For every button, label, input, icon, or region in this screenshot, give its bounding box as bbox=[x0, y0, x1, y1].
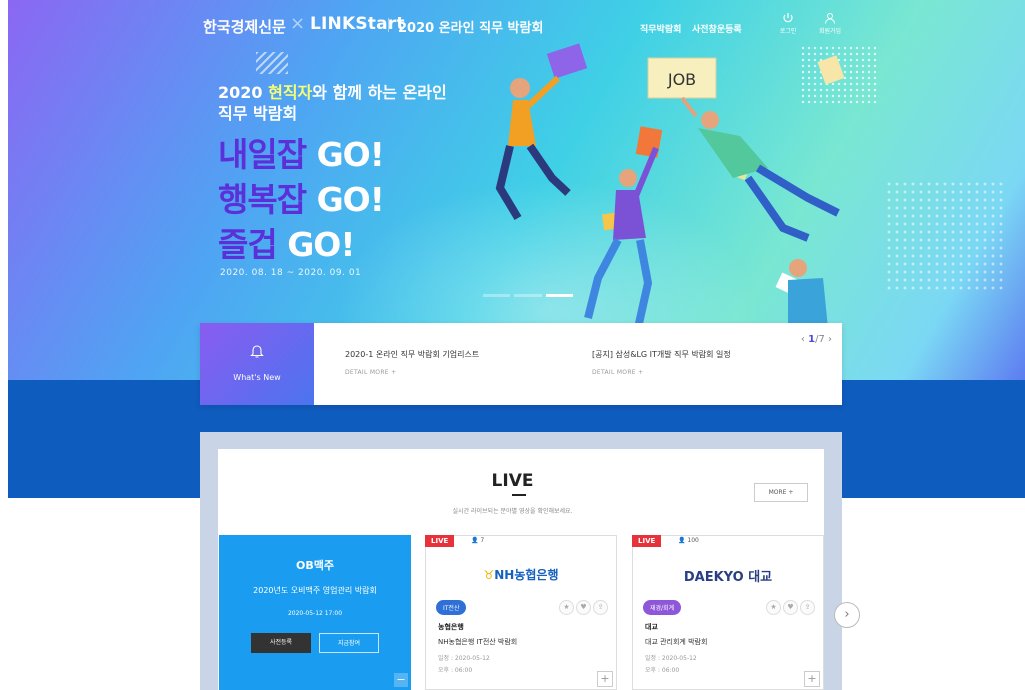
bell-icon bbox=[250, 345, 264, 358]
card-date: 일정 : 2020-05-12 bbox=[438, 655, 490, 662]
viewer-number: 100 bbox=[687, 537, 699, 544]
live-description: 실시간 라이브되는 분야별 영상을 확인해보세요. bbox=[452, 508, 573, 515]
company-logo-text: NH농협은행 bbox=[494, 568, 559, 582]
company-logo-text: DAEKYO 대교 bbox=[683, 570, 773, 585]
headline-go: GO! bbox=[287, 225, 355, 264]
live-title: LIVE bbox=[491, 471, 534, 491]
pager-dot[interactable] bbox=[514, 294, 542, 297]
headline-go: GO! bbox=[316, 180, 385, 219]
hero-date-range: 2020. 08. 18 ~ 2020. 09. 01 bbox=[220, 268, 362, 278]
live-badge: LIVE bbox=[425, 535, 455, 547]
whats-new-panel: What's New 2020-1 온라인 직무 박람회 기업리스트 DETAI… bbox=[200, 323, 842, 405]
live-card[interactable]: LIVE 👤 100 DAEKYO 대교 재경/회계 ★ ♥ ⇪ 대교 대교 관… bbox=[632, 535, 824, 690]
person-icon: 👤 bbox=[471, 537, 479, 544]
viewer-count: 👤 7 bbox=[471, 537, 484, 544]
share-icon[interactable]: ⇪ bbox=[800, 600, 815, 615]
card-actions: ★ ♥ ⇪ bbox=[766, 600, 815, 615]
detail-more-link[interactable]: DETAIL MORE + bbox=[592, 369, 731, 376]
hero-headline-1: 내일잡 GO! bbox=[218, 128, 385, 176]
headline-word: 내일잡 bbox=[218, 135, 317, 174]
signup-label: 회원가입 bbox=[818, 28, 842, 35]
zigzag-decoration bbox=[256, 52, 288, 74]
pager-dot-active[interactable] bbox=[545, 294, 573, 297]
dot-pattern-decoration bbox=[885, 180, 1005, 290]
hero-sub-highlight: 현직자 bbox=[268, 83, 313, 102]
person-icon: 👤 bbox=[678, 537, 686, 544]
card-date: 일정 : 2020-05-12 bbox=[645, 655, 697, 662]
company-logo: ♉NH농협은행 bbox=[426, 566, 616, 583]
detail-more-link[interactable]: DETAIL MORE + bbox=[345, 369, 479, 376]
card-actions: ★ ♥ ⇪ bbox=[559, 600, 608, 615]
category-badge: IT전산 bbox=[436, 600, 467, 615]
viewer-number: 7 bbox=[480, 537, 485, 544]
menu-job-fair[interactable]: 직무박람회 bbox=[640, 22, 681, 35]
login-label: 로그인 bbox=[779, 28, 797, 35]
live-badge: LIVE bbox=[632, 535, 662, 547]
brand-separator: × bbox=[290, 13, 306, 34]
star-icon[interactable]: ★ bbox=[766, 600, 781, 615]
live-card[interactable]: LIVE 👤 7 ♉NH농협은행 IT전산 ★ ♥ ⇪ 농협은행 NH농협은행 … bbox=[425, 535, 617, 690]
share-icon[interactable]: ⇪ bbox=[593, 600, 608, 615]
hero-illustration: JOB bbox=[495, 43, 845, 329]
viewer-count: 👤 100 bbox=[678, 537, 699, 544]
plus-icon[interactable]: + bbox=[804, 671, 820, 687]
headline-word: 즐겁 bbox=[218, 225, 288, 264]
brand-linkstart[interactable]: LINKStart bbox=[310, 14, 405, 34]
pre-register-button[interactable]: 사전등록 bbox=[251, 633, 311, 653]
collapse-button[interactable]: − bbox=[394, 673, 408, 687]
news-pagination: ‹ 1/7 › bbox=[801, 334, 832, 345]
nh-logo-mark: ♉ bbox=[483, 568, 495, 582]
featured-fair-title: 2020년도 오비맥주 영업관리 박람회 bbox=[253, 586, 377, 595]
hero-sub-line2: 직무 박람회 bbox=[218, 104, 298, 123]
news-title[interactable]: 2020-1 온라인 직무 박람회 기업리스트 bbox=[345, 349, 479, 360]
card-fair-title: 대교 관리회계 박람회 bbox=[645, 638, 708, 646]
news-item[interactable]: [공지] 삼성&LG IT개발 직무 박람회 일정 DETAIL MORE + bbox=[592, 349, 731, 376]
top-nav: 한국경제신문 × LINKStart 2020 온라인 직무 박람회 직무박람회… bbox=[8, 0, 1025, 52]
whats-new-label: What's New bbox=[233, 373, 281, 382]
news-title[interactable]: [공지] 삼성&LG IT개발 직무 박람회 일정 bbox=[592, 349, 731, 360]
login-link[interactable]: 로그인 bbox=[774, 12, 802, 35]
whats-new-tag: What's New bbox=[200, 323, 314, 405]
hero-headline-3: 즐겁 GO! bbox=[218, 218, 355, 266]
brand-hankyung[interactable]: 한국경제신문 bbox=[203, 16, 286, 37]
live-title-underline bbox=[512, 494, 526, 496]
heart-icon[interactable]: ♥ bbox=[576, 600, 591, 615]
chevron-left-icon[interactable]: ‹ bbox=[801, 334, 805, 345]
news-item[interactable]: 2020-1 온라인 직무 박람회 기업리스트 DETAIL MORE + bbox=[345, 349, 479, 376]
signup-link[interactable]: 회원가입 bbox=[816, 12, 844, 35]
featured-company: OB맥주 bbox=[296, 559, 334, 572]
card-fair-title: NH농협은행 IT전산 박람회 bbox=[438, 638, 518, 646]
card-company-name: 농협은행 bbox=[438, 623, 464, 631]
heart-icon[interactable]: ♥ bbox=[783, 600, 798, 615]
category-badge: 재경/회계 bbox=[643, 600, 682, 615]
hero-headline-2: 행복잡 GO! bbox=[218, 173, 385, 221]
brand-fair-title[interactable]: 2020 온라인 직무 박람회 bbox=[398, 17, 543, 36]
featured-live-card[interactable]: OB맥주 2020년도 오비맥주 영업관리 박람회 2020-05-12 17:… bbox=[219, 535, 411, 690]
plus-icon[interactable]: + bbox=[597, 671, 613, 687]
card-time: 오후 : 06:00 bbox=[438, 667, 473, 674]
hero-pager[interactable] bbox=[483, 294, 573, 297]
featured-datetime: 2020-05-12 17:00 bbox=[287, 610, 343, 617]
star-icon[interactable]: ★ bbox=[559, 600, 574, 615]
user-icon bbox=[825, 13, 835, 24]
chevron-right-icon[interactable]: › bbox=[834, 602, 860, 628]
chevron-right-icon[interactable]: › bbox=[828, 334, 832, 345]
menu-pre-register[interactable]: 사전참운등록 bbox=[692, 22, 742, 35]
hero-sub-post: 와 함께 하는 온라인 bbox=[312, 83, 447, 102]
headline-word: 행복잡 bbox=[218, 180, 317, 219]
card-time: 오후 : 06:00 bbox=[645, 667, 680, 674]
live-more-button[interactable]: MORE + bbox=[754, 483, 808, 502]
news-page-total: /7 bbox=[815, 334, 825, 345]
card-company-name: 대교 bbox=[645, 623, 658, 631]
divider bbox=[388, 18, 389, 32]
job-sign-text: JOB bbox=[667, 70, 696, 89]
headline-go: GO! bbox=[316, 135, 385, 174]
featured-buttons: 사전등록 지금참여 bbox=[219, 633, 411, 653]
power-icon bbox=[783, 13, 793, 23]
join-now-button[interactable]: 지금참여 bbox=[319, 633, 379, 653]
hero-subtitle: 2020 현직자와 함께 하는 온라인 직무 박람회 bbox=[218, 82, 447, 124]
pager-dot[interactable] bbox=[483, 294, 511, 297]
company-logo: DAEKYO 대교 bbox=[633, 566, 823, 585]
hero-sub-pre: 2020 bbox=[218, 83, 269, 102]
